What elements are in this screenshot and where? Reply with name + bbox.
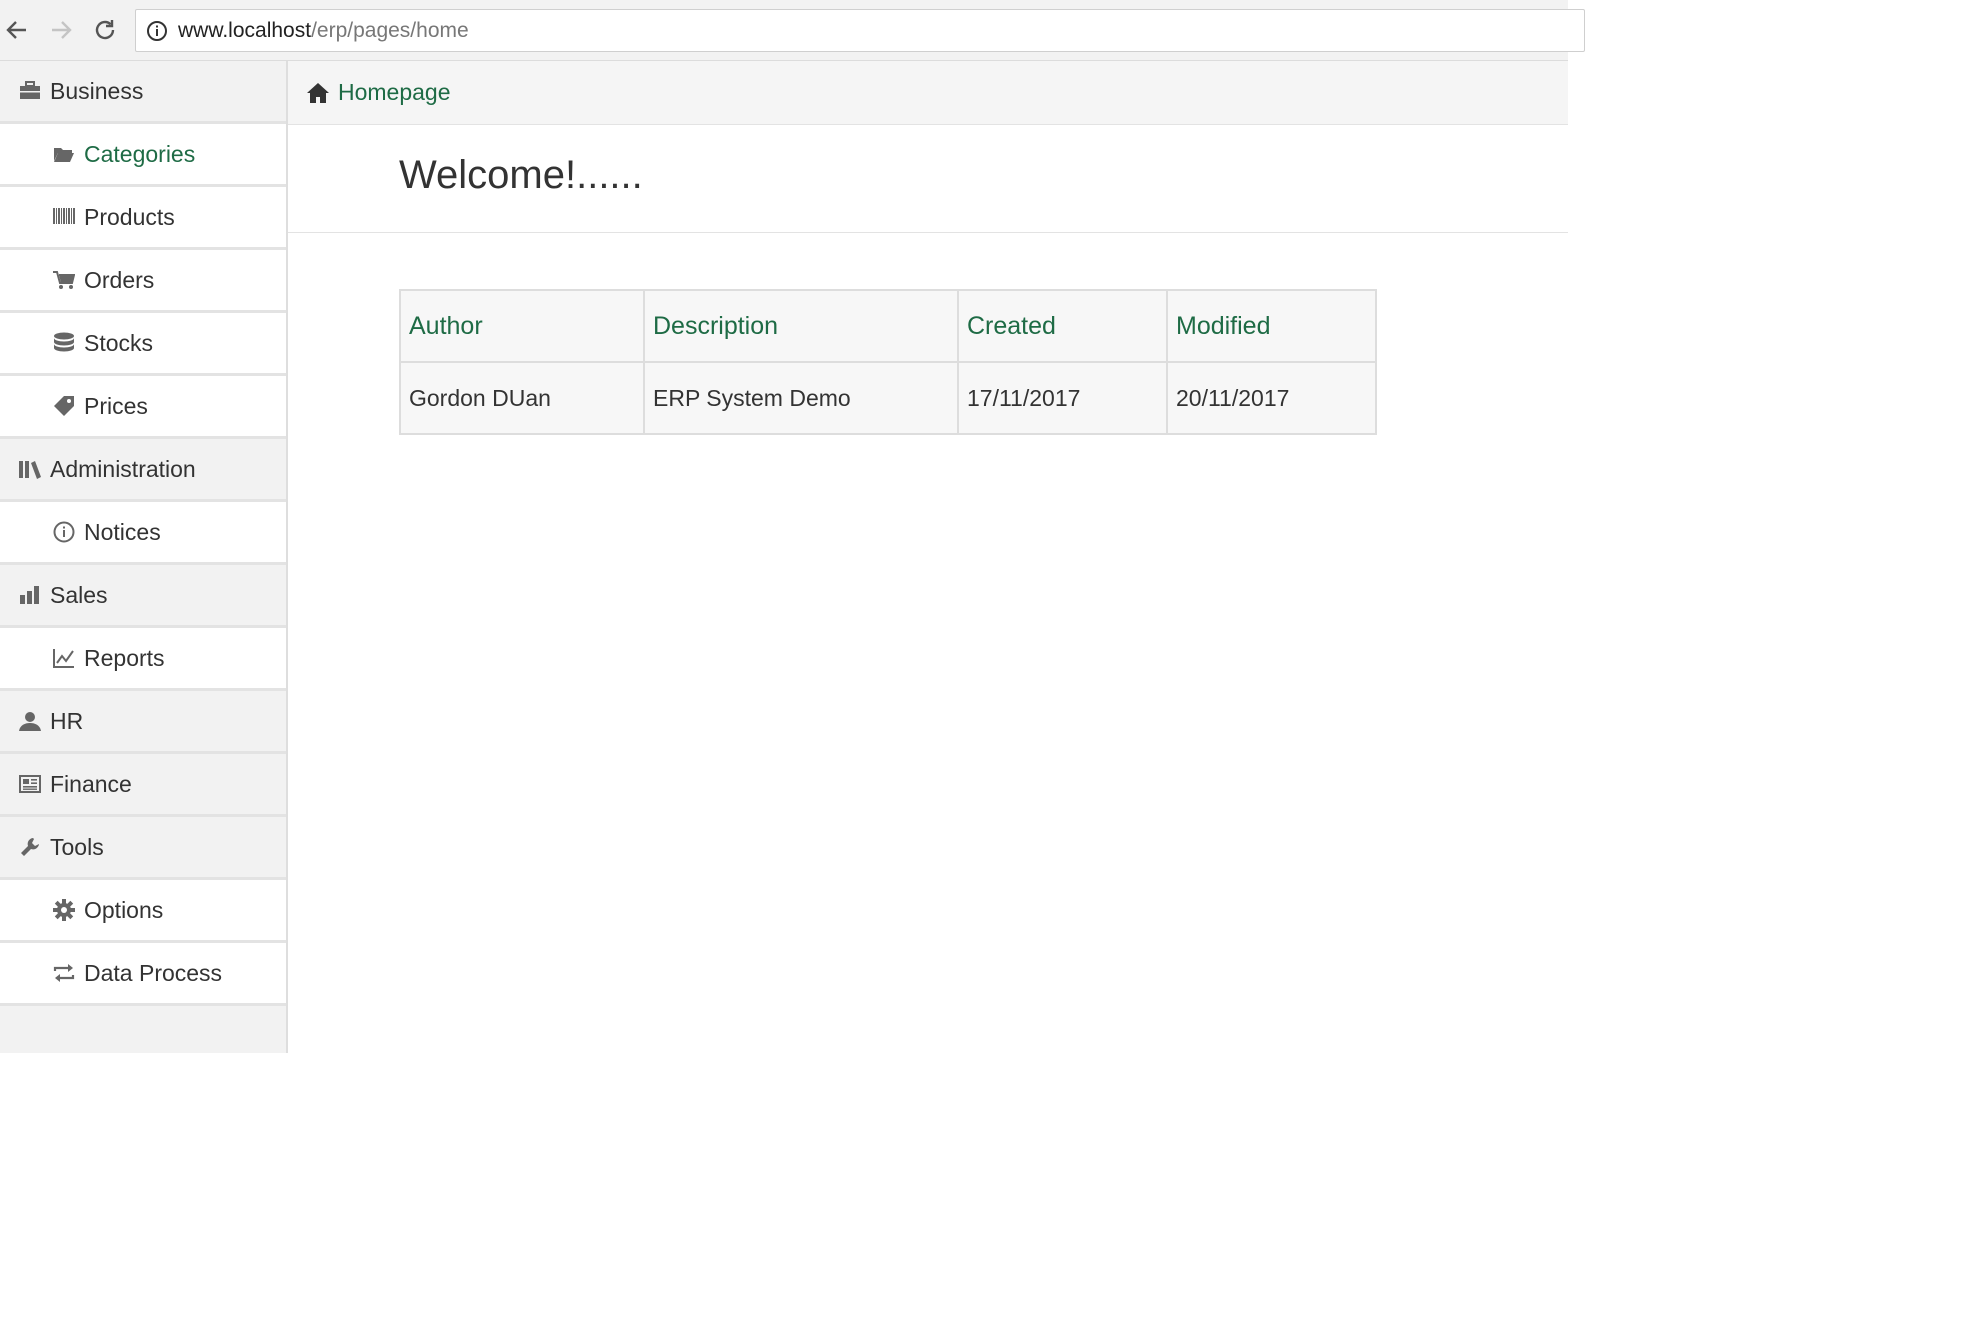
- sidebar-item-finance[interactable]: Finance: [0, 754, 286, 817]
- sidebar-item-label: Sales: [50, 581, 108, 608]
- sidebar-item-label: Administration: [50, 455, 196, 482]
- reload-button[interactable]: [88, 13, 122, 47]
- breadcrumb: Homepage: [288, 61, 1568, 125]
- sidebar-item-tools[interactable]: Tools: [0, 817, 286, 880]
- table-row: Gordon DUan ERP System Demo 17/11/2017 2…: [399, 361, 1377, 435]
- cog-icon: [52, 898, 76, 922]
- sidebar-item-administration[interactable]: Administration: [0, 439, 286, 502]
- page-title: Welcome!......: [399, 153, 643, 197]
- forward-button[interactable]: [44, 13, 78, 47]
- sidebar-item-reports[interactable]: Reports: [0, 628, 286, 691]
- barcode-icon: [52, 205, 76, 229]
- url-text: www.localhost/erp/pages/home: [178, 19, 469, 43]
- bar-chart-icon: [18, 583, 42, 607]
- newspaper-icon: [18, 772, 42, 796]
- sidebar-item-orders[interactable]: Orders: [0, 250, 286, 313]
- sidebar-item-label: Categories: [84, 140, 196, 167]
- sidebar-item-sales[interactable]: Sales: [0, 565, 286, 628]
- cell-created: 17/11/2017: [957, 361, 1168, 435]
- folder-open-icon: [52, 142, 76, 166]
- sidebar-item-notices[interactable]: Notices: [0, 502, 286, 565]
- database-icon: [52, 331, 76, 355]
- sidebar-item-label: Prices: [84, 392, 148, 419]
- cell-author: Gordon DUan: [399, 361, 645, 435]
- wrench-icon: [18, 835, 42, 859]
- price-tag-icon: [52, 394, 76, 418]
- main-content: Homepage Welcome!...... Author Descripti…: [288, 61, 1568, 1053]
- briefcase-icon: [18, 79, 42, 103]
- line-chart-icon: [52, 646, 76, 670]
- shopping-cart-icon: [52, 268, 76, 292]
- library-icon: [18, 457, 42, 481]
- breadcrumb-label: Homepage: [338, 79, 451, 105]
- sidebar-item-label: Finance: [50, 770, 132, 797]
- sidebar-item-label: Stocks: [84, 329, 154, 356]
- sidebar-item-stocks[interactable]: Stocks: [0, 313, 286, 376]
- sidebar-item-label: Notices: [84, 518, 161, 545]
- url-path: /erp/pages/home: [311, 18, 469, 42]
- address-bar[interactable]: www.localhost/erp/pages/home: [135, 9, 1585, 52]
- browser-toolbar: www.localhost/erp/pages/home: [0, 0, 1585, 61]
- sidebar-item-label: Options: [84, 896, 164, 923]
- sidebar-item-label: Tools: [50, 833, 104, 860]
- sidebar-item-label: Reports: [84, 644, 165, 671]
- sidebar-item-label: Products: [84, 203, 175, 230]
- arrow-right-icon: [52, 21, 72, 39]
- column-header-author: Author: [399, 289, 645, 363]
- column-header-created: Created: [957, 289, 1168, 363]
- arrow-left-icon: [6, 21, 26, 39]
- sidebar-item-label: Orders: [84, 266, 155, 293]
- user-icon: [18, 709, 42, 733]
- sidebar-item-categories[interactable]: Categories: [0, 124, 286, 187]
- home-icon: [307, 82, 329, 103]
- sidebar-item-products[interactable]: Products: [0, 187, 286, 250]
- page-header: Welcome!......: [288, 125, 1568, 233]
- sidebar-item-business[interactable]: Business: [0, 61, 286, 124]
- info-icon: [147, 20, 167, 41]
- column-header-modified: Modified: [1166, 289, 1377, 363]
- info-table: Author Description Created Modified Gord…: [399, 289, 1377, 435]
- sidebar-item-options[interactable]: Options: [0, 880, 286, 943]
- sidebar: Business Categories Products Orders Stoc…: [0, 61, 288, 1053]
- sidebar-item-data-process[interactable]: Data Process: [0, 943, 286, 1006]
- sidebar-item-label: Business: [50, 77, 144, 104]
- reload-icon: [95, 20, 115, 40]
- sidebar-item-label: Data Process: [84, 959, 223, 986]
- cell-modified: 20/11/2017: [1166, 361, 1377, 435]
- breadcrumb-home-link[interactable]: Homepage: [306, 79, 451, 106]
- sidebar-item-hr[interactable]: HR: [0, 691, 286, 754]
- sidebar-item-prices[interactable]: Prices: [0, 376, 286, 439]
- cell-description: ERP System Demo: [643, 361, 959, 435]
- info-circle-icon: [52, 520, 76, 544]
- sidebar-item-label: HR: [50, 707, 84, 734]
- exchange-icon: [52, 961, 76, 985]
- table-header-row: Author Description Created Modified: [399, 289, 1377, 363]
- column-header-description: Description: [643, 289, 959, 363]
- back-button[interactable]: [0, 13, 34, 47]
- url-host: www.localhost: [178, 18, 312, 42]
